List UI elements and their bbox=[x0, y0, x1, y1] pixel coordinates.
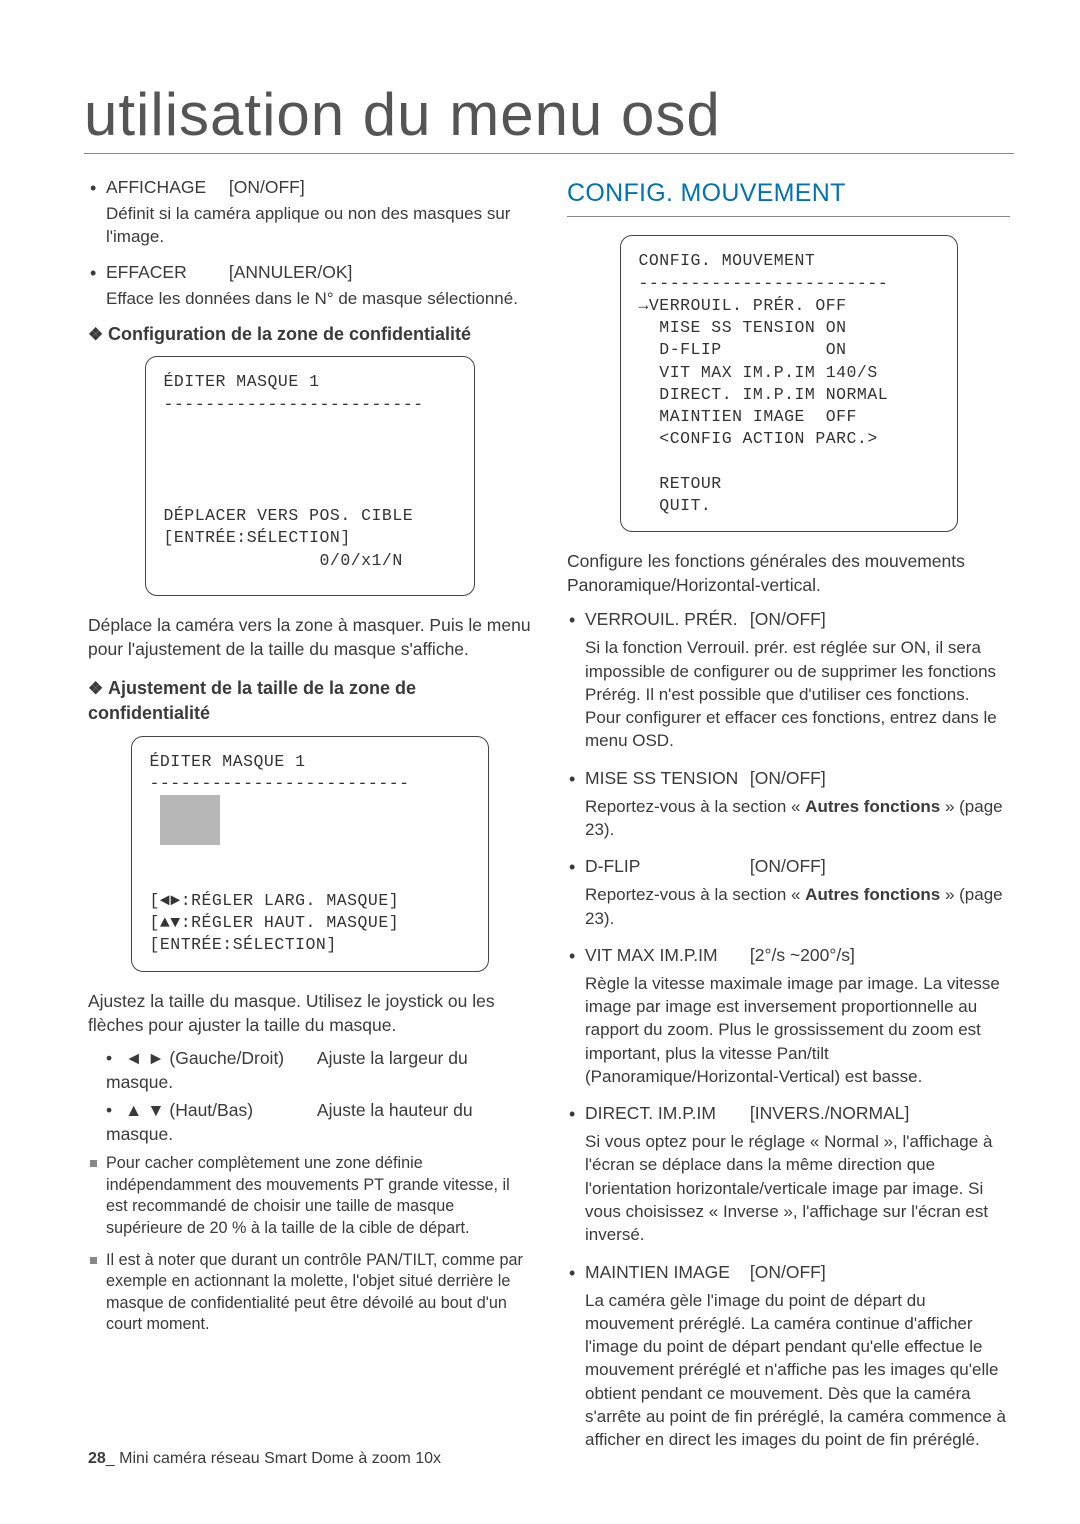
option-name: VIT MAX IM.P.IM bbox=[585, 944, 745, 968]
subsection-title: Configuration de la zone de confidential… bbox=[88, 322, 531, 347]
ref-bold: Autres fonctions bbox=[805, 885, 940, 904]
osd-desc: Ajustez la taille du masque. Utilisez le… bbox=[88, 990, 531, 1038]
option-name: AFFICHAGE bbox=[106, 176, 224, 200]
osd-row: VIT MAX IM.P.IM 140/S bbox=[639, 363, 878, 382]
footer-text: Mini caméra réseau Smart Dome à zoom 10x bbox=[119, 1450, 441, 1467]
osd-line: DÉPLACER VERS POS. CIBLE bbox=[164, 506, 414, 525]
osd-line: [◄►:RÉGLER LARG. MASQUE] bbox=[150, 891, 400, 910]
osd-line: 0/0/x1/N bbox=[164, 551, 403, 570]
opt-verrouil: VERROUIL. PRÉR. [ON/OFF] bbox=[567, 608, 1010, 632]
left-column: AFFICHAGE [ON/OFF] Définit si la caméra … bbox=[88, 176, 531, 1466]
opt-direct: DIRECT. IM.P.IM [INVERS./NORMAL] bbox=[567, 1102, 1010, 1126]
osd-title: ÉDITER MASQUE 1 bbox=[164, 372, 320, 391]
option-name: DIRECT. IM.P.IM bbox=[585, 1102, 745, 1126]
option-value: [ANNULER/OK] bbox=[229, 261, 353, 285]
opt-mise-ss-tension: MISE SS TENSION [ON/OFF] bbox=[567, 767, 1010, 791]
mask-preview-icon bbox=[160, 795, 220, 845]
option-value: [2°/s ~200°/s] bbox=[750, 944, 855, 968]
control-row: ▲ ▼ (Haut/Bas) Ajuste la hauteur du masq… bbox=[88, 1099, 531, 1147]
ref-pre: Reportez-vous à la section « bbox=[585, 885, 805, 904]
opt-dflip: D-FLIP [ON/OFF] bbox=[567, 855, 1010, 879]
option-value: [ON/OFF] bbox=[229, 176, 305, 200]
option-value: [INVERS./NORMAL] bbox=[750, 1102, 909, 1126]
osd-line: [ENTRÉE:SÉLECTION] bbox=[164, 528, 351, 547]
option-name: MISE SS TENSION bbox=[585, 767, 745, 791]
footer-sep: _ bbox=[106, 1450, 115, 1467]
option-desc: Efface les données dans le N° de masque … bbox=[106, 287, 531, 310]
option-value: [ON/OFF] bbox=[750, 855, 826, 879]
option-value: [ON/OFF] bbox=[750, 1261, 826, 1285]
osd-box-edit-mask-move: ÉDITER MASQUE 1 ------------------------… bbox=[145, 356, 475, 596]
osd-title: CONFIG. MOUVEMENT bbox=[639, 251, 816, 270]
page-title: utilisation du menu osd bbox=[84, 80, 1014, 154]
option-desc: La caméra gèle l'image du point de dépar… bbox=[585, 1289, 1010, 1452]
option-value: [ON/OFF] bbox=[750, 608, 826, 632]
osd-box-config-mouvement: CONFIG. MOUVEMENT ----------------------… bbox=[620, 235, 958, 532]
opt-effacer: EFFACER [ANNULER/OK] bbox=[88, 261, 531, 285]
opt-vitmax: VIT MAX IM.P.IM [2°/s ~200°/s] bbox=[567, 944, 1010, 968]
osd-sep: ------------------------ bbox=[639, 274, 889, 293]
osd-sep: ------------------------- bbox=[164, 395, 424, 414]
section-heading: CONFIG. MOUVEMENT bbox=[567, 176, 1010, 217]
osd-title: ÉDITER MASQUE 1 bbox=[150, 752, 306, 771]
osd-row: D-FLIP ON bbox=[639, 340, 847, 359]
option-desc: Règle la vitesse maximale image par imag… bbox=[585, 972, 1010, 1088]
option-name: D-FLIP bbox=[585, 855, 745, 879]
option-desc: Si la fonction Verrouil. prér. est réglé… bbox=[585, 636, 1010, 752]
osd-row: →VERROUIL. PRÉR. OFF bbox=[639, 296, 847, 315]
ref-bold: Autres fonctions bbox=[805, 797, 940, 816]
subsection-title: Ajustement de la taille de la zone de co… bbox=[88, 676, 531, 725]
osd-row: QUIT. bbox=[639, 496, 712, 515]
option-desc: Si vous optez pour le réglage « Normal »… bbox=[585, 1130, 1010, 1246]
note-item: Pour cacher complètement une zone défini… bbox=[88, 1153, 531, 1239]
option-name: EFFACER bbox=[106, 261, 224, 285]
osd-row: DIRECT. IM.P.IM NORMAL bbox=[639, 385, 889, 404]
page-number: 28 bbox=[88, 1450, 106, 1467]
control-keys: ◄ ► (Gauche/Droit) bbox=[125, 1047, 313, 1071]
osd-line: [▲▼:RÉGLER HAUT. MASQUE] bbox=[150, 913, 400, 932]
osd-line: [ENTRÉE:SÉLECTION] bbox=[150, 935, 337, 954]
note-item: Il est à noter que durant un contrôle PA… bbox=[88, 1250, 531, 1336]
right-column: CONFIG. MOUVEMENT CONFIG. MOUVEMENT ----… bbox=[567, 176, 1010, 1466]
opt-maintien: MAINTIEN IMAGE [ON/OFF] bbox=[567, 1261, 1010, 1285]
osd-sep: ------------------------- bbox=[150, 774, 410, 793]
control-keys: ▲ ▼ (Haut/Bas) bbox=[125, 1099, 313, 1123]
control-row: ◄ ► (Gauche/Droit) Ajuste la largeur du … bbox=[88, 1047, 531, 1095]
option-desc: Reportez-vous à la section « Autres fonc… bbox=[585, 883, 1010, 930]
option-value: [ON/OFF] bbox=[750, 767, 826, 791]
option-name: VERROUIL. PRÉR. bbox=[585, 608, 745, 632]
option-desc: Reportez-vous à la section « Autres fonc… bbox=[585, 795, 1010, 842]
osd-desc: Déplace la caméra vers la zone à masquer… bbox=[88, 614, 531, 662]
opt-affichage: AFFICHAGE [ON/OFF] bbox=[88, 176, 531, 200]
option-desc: Définit si la caméra applique ou non des… bbox=[106, 202, 531, 249]
osd-row: RETOUR bbox=[639, 474, 722, 493]
osd-row: MISE SS TENSION ON bbox=[639, 318, 847, 337]
osd-row: MAINTIEN IMAGE OFF bbox=[639, 407, 857, 426]
osd-row: <CONFIG ACTION PARC.> bbox=[639, 429, 878, 448]
section-intro: Configure les fonctions générales des mo… bbox=[567, 550, 1010, 598]
osd-box-edit-mask-size: ÉDITER MASQUE 1 ------------------------… bbox=[131, 736, 489, 972]
ref-pre: Reportez-vous à la section « bbox=[585, 797, 805, 816]
page-footer: 28_ Mini caméra réseau Smart Dome à zoom… bbox=[88, 1450, 441, 1468]
option-name: MAINTIEN IMAGE bbox=[585, 1261, 745, 1285]
